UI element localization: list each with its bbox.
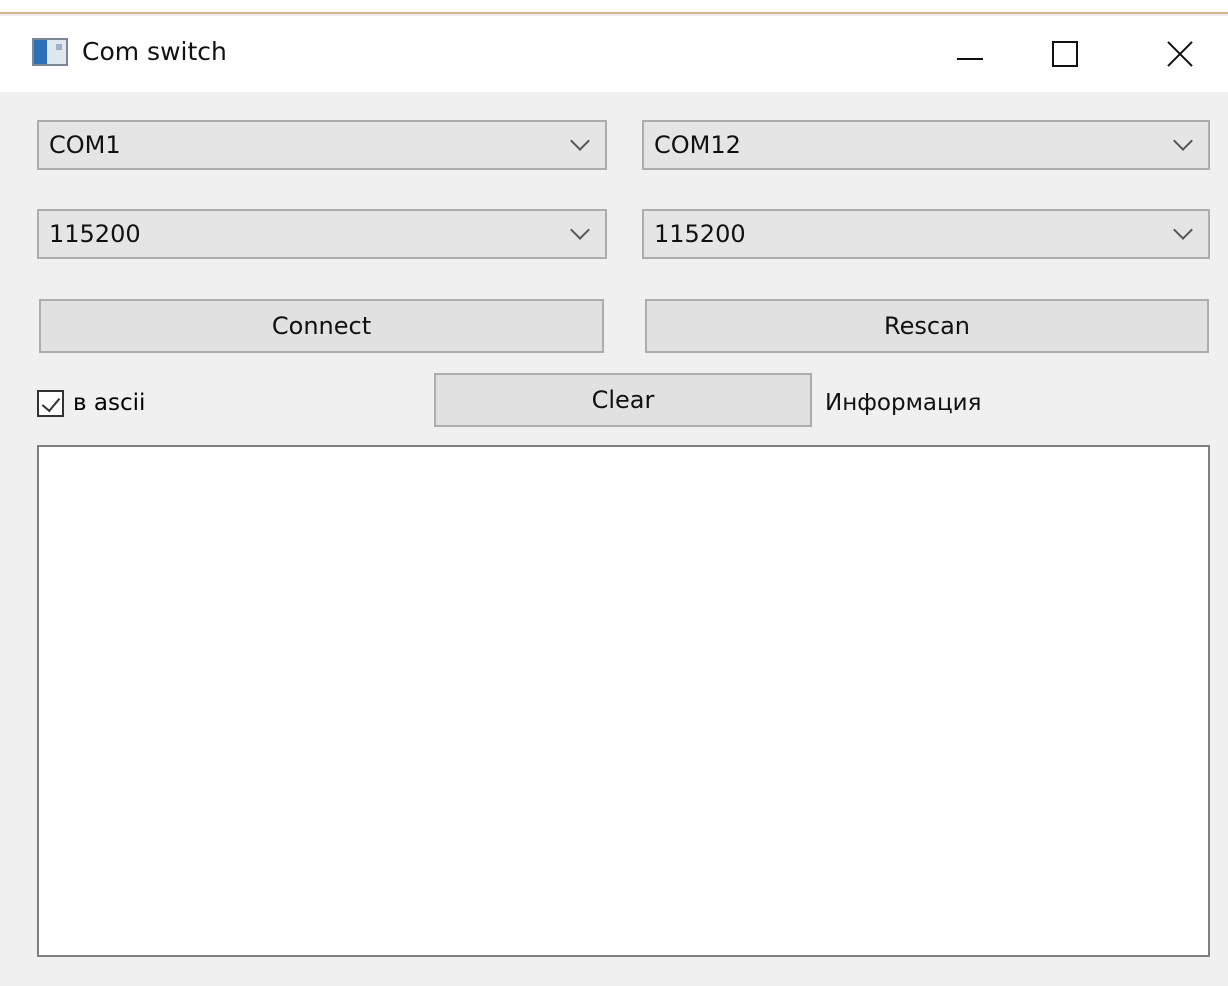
close-button[interactable] xyxy=(1140,16,1220,92)
app-window-icon xyxy=(32,38,68,66)
minimize-icon xyxy=(957,58,983,60)
clear-button[interactable]: Clear xyxy=(434,373,812,427)
chevron-down-icon xyxy=(1172,133,1192,153)
ascii-checkbox[interactable] xyxy=(37,389,64,417)
chevron-down-icon xyxy=(1172,222,1192,242)
left-port-value: COM1 xyxy=(49,131,121,159)
right-baud-value: 115200 xyxy=(654,220,746,248)
chevron-down-icon xyxy=(569,222,589,242)
maximize-button[interactable] xyxy=(1025,16,1105,92)
close-icon xyxy=(1166,40,1194,68)
right-port-value: COM12 xyxy=(654,131,741,159)
connect-button[interactable]: Connect xyxy=(39,299,604,353)
right-baud-select[interactable]: 115200 xyxy=(642,209,1210,259)
info-label: Информация xyxy=(825,390,982,416)
left-port-select[interactable]: COM1 xyxy=(37,120,607,170)
window-top-edge xyxy=(0,0,1228,14)
window-title: Com switch xyxy=(82,37,227,66)
rescan-button[interactable]: Rescan xyxy=(645,299,1209,353)
info-output-area[interactable] xyxy=(37,445,1210,957)
minimize-button[interactable] xyxy=(930,16,1010,92)
right-port-select[interactable]: COM12 xyxy=(642,120,1210,170)
ascii-checkbox-row[interactable]: в ascii xyxy=(37,387,145,419)
titlebar: Com switch xyxy=(0,16,1228,92)
left-baud-value: 115200 xyxy=(49,220,141,248)
left-baud-select[interactable]: 115200 xyxy=(37,209,607,259)
com-switch-window: Com switch COM1 COM12 115200 115200 Conn… xyxy=(0,0,1228,986)
window-bottom-strip xyxy=(0,958,1228,986)
maximize-icon xyxy=(1052,41,1078,67)
ascii-checkbox-label: в ascii xyxy=(73,390,146,416)
chevron-down-icon xyxy=(569,133,589,153)
